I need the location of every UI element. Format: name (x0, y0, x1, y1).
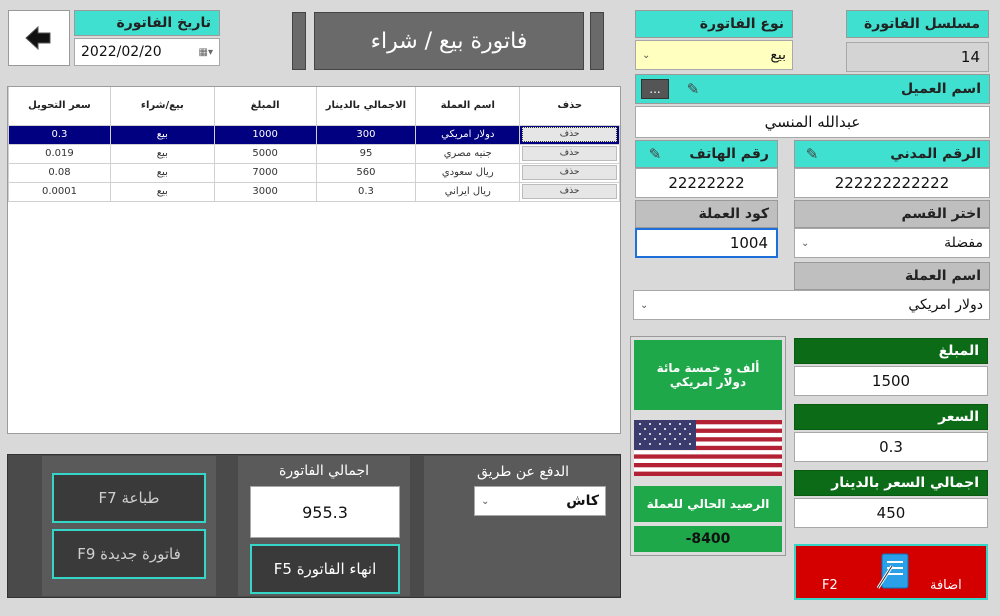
rate-cell: 0.0001 (8, 181, 111, 202)
table-header-row: حذف اسم العملة الاجمالي بالدينار المبلغ … (8, 87, 620, 125)
add-shortcut: F2 (822, 578, 838, 593)
print-button[interactable]: طباعة F7 (52, 473, 206, 523)
table-row[interactable]: حذف دولار امريكي 300 1000 بيع 0.3 (8, 124, 620, 145)
serial-label: مسلسل الفاتورة (846, 10, 989, 38)
browse-customer-button[interactable]: ... (641, 79, 669, 99)
usa-flag-image (634, 420, 782, 476)
back-arrow-icon (25, 25, 51, 51)
total-cell: 300 (315, 124, 417, 145)
date-value: 2022/02/20 (81, 44, 162, 60)
invoice-total-label: اجمالي الفاتورة (279, 463, 370, 479)
chevron-down-icon: ⌄ (640, 299, 649, 311)
amount-field[interactable]: 1500 (794, 366, 988, 396)
delete-row-button[interactable]: حذف (522, 146, 617, 161)
invoice-total-field: 955.3 (250, 486, 400, 538)
payment-label: الدفع عن طريق (477, 464, 569, 480)
column-header: سعر التحويل (8, 87, 111, 125)
add-button[interactable]: F2 اضافة (794, 544, 988, 600)
rate-field[interactable]: 0.3 (794, 432, 988, 462)
delete-row-button[interactable]: حذف (522, 184, 617, 199)
type-cell: بيع (109, 124, 215, 145)
balance-label: الرصيد الحالي للعملة (634, 486, 782, 522)
date-label: تاريخ الفاتورة (74, 10, 220, 36)
delete-row-button[interactable]: حذف (522, 127, 617, 142)
edit-civil-id-icon[interactable]: ✎ (802, 143, 822, 165)
new-invoice-button[interactable]: فاتورة جديدة F9 (52, 529, 206, 579)
delete-row-button[interactable]: حذف (522, 165, 617, 180)
edit-customer-icon[interactable]: ✎ (682, 79, 704, 99)
customer-name-field[interactable]: عبدالله المنسي (635, 106, 990, 138)
rate-cell: 0.019 (8, 143, 111, 164)
currency-cell: ريال ايراني (415, 181, 521, 202)
add-label: اضافة (930, 578, 962, 593)
title-bar-right (590, 12, 604, 70)
back-button[interactable] (8, 10, 70, 66)
column-header: الاجمالي بالدينار (315, 87, 416, 125)
amount-cell: 1000 (213, 124, 317, 145)
edit-phone-icon[interactable]: ✎ (645, 143, 665, 165)
civil-id-label: الرقم المدني (794, 140, 990, 168)
currency-code-field[interactable]: 1004 (635, 228, 778, 258)
date-picker[interactable]: 2022/02/20 ▦▾ (74, 38, 220, 66)
phone-field[interactable]: 22222222 (635, 168, 778, 198)
type-cell: بيع (109, 162, 215, 183)
finish-invoice-button[interactable]: انهاء الفاتورة F5 (250, 544, 400, 594)
amount-label: المبلغ (794, 338, 988, 364)
currency-cell: ريال سعودي (415, 162, 521, 183)
dinar-total-label: اجمالي السعر بالدينار (794, 470, 988, 496)
table-row[interactable]: حذف ريال ايراني 0.3 3000 بيع 0.0001 (8, 181, 620, 202)
total-cell: 0.3 (315, 181, 417, 202)
rate-cell: 0.3 (8, 124, 111, 145)
currency-code-label: كود العملة (635, 200, 778, 228)
currency-name-label: اسم العملة (794, 262, 990, 290)
civil-id-field[interactable]: 222222222222 (794, 168, 990, 198)
column-header: المبلغ (213, 87, 317, 125)
currency-name-select[interactable]: دولار امريكي ⌄ (633, 290, 990, 320)
section-select[interactable]: مفضلة ⌄ (794, 228, 990, 258)
amount-cell: 5000 (213, 143, 317, 164)
currency-cell: جنيه مصري (415, 143, 521, 164)
type-cell: بيع (109, 181, 215, 202)
items-grid: حذف اسم العملة الاجمالي بالدينار المبلغ … (8, 87, 620, 202)
invoice-items-table: حذف اسم العملة الاجمالي بالدينار المبلغ … (7, 86, 621, 434)
section-label: اختر القسم (794, 200, 990, 228)
column-header: بيع/شراء (109, 87, 215, 125)
total-cell: 560 (315, 162, 417, 183)
balance-value: -8400 (634, 526, 782, 552)
dinar-total-field: 450 (794, 498, 988, 528)
invoice-type-label: نوع الفاتورة (635, 10, 793, 38)
chevron-down-icon: ⌄ (481, 495, 490, 507)
amount-cell: 7000 (213, 162, 317, 183)
table-row[interactable]: حذف ريال سعودي 560 7000 بيع 0.08 (8, 162, 620, 183)
title-bar-left (292, 12, 306, 70)
column-header: حذف (519, 87, 620, 125)
invoice-type-select[interactable]: بيع ⌄ (635, 40, 793, 70)
serial-field: 14 (846, 42, 989, 72)
chevron-down-icon: ⌄ (642, 49, 651, 61)
currency-cell: دولار امريكي (415, 124, 521, 145)
rate-cell: 0.08 (8, 162, 111, 183)
amount-cell: 3000 (213, 181, 317, 202)
rate-label: السعر (794, 404, 988, 430)
table-row[interactable]: حذف جنيه مصري 95 5000 بيع 0.019 (8, 143, 620, 164)
invoice-add-icon (876, 553, 909, 589)
payment-method-select[interactable]: كاش ⌄ (474, 486, 606, 516)
total-cell: 95 (315, 143, 417, 164)
chevron-down-icon: ⌄ (801, 237, 810, 249)
type-cell: بيع (109, 143, 215, 164)
column-header: اسم العملة (415, 87, 520, 125)
page-title: فاتورة بيع / شراء (314, 12, 584, 70)
amount-in-words: ألف و خمسة مائة دولار امريكي (634, 340, 782, 410)
calendar-dropdown-icon[interactable]: ▦▾ (199, 47, 213, 58)
